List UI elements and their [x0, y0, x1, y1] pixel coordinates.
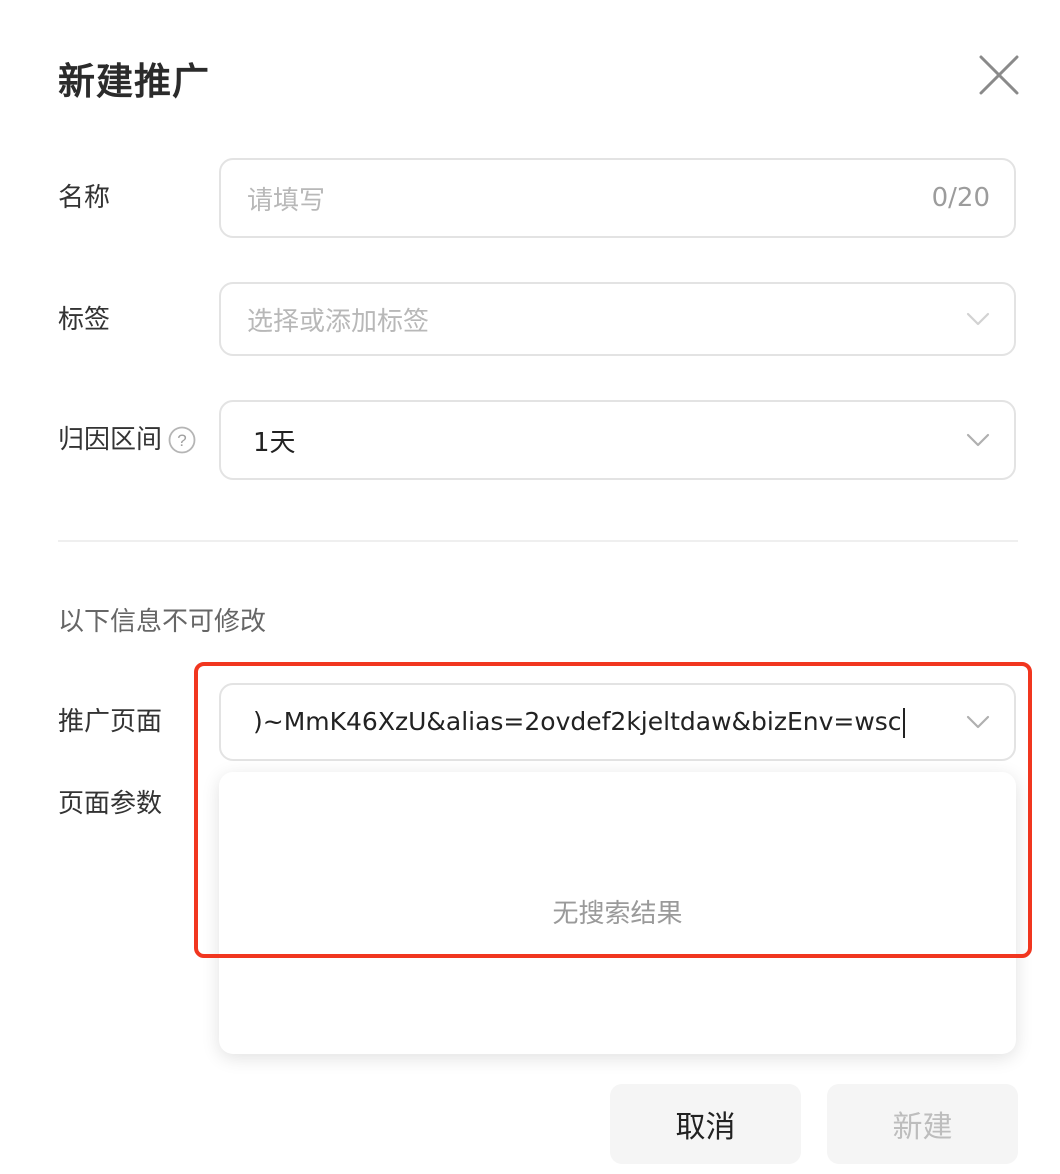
no-results-text: 无搜索结果: [552, 899, 683, 929]
promo-page-url-text: )~MmK46XzU&alias=2ovdef2kjeltdaw&bizEnv=…: [253, 706, 902, 736]
readonly-note: 以下信息不可修改: [58, 607, 267, 637]
name-placeholder: 请填写: [247, 185, 326, 216]
promo-page-dropdown: 无搜索结果: [219, 772, 1016, 1054]
page-params-label: 页面参数: [58, 789, 163, 819]
promo-page-label: 推广页面: [58, 707, 163, 737]
dialog-title: 新建推广: [58, 60, 210, 103]
close-button[interactable]: [978, 54, 1020, 96]
section-divider: [58, 540, 1018, 542]
attribution-value: 1天: [253, 427, 296, 458]
tags-label: 标签: [58, 305, 111, 335]
new-promotion-dialog: 新建推广 名称 请填写 0/20 标签 选择或添加标签 归因区间 ? 1天 以下…: [0, 0, 1060, 1174]
tags-placeholder: 选择或添加标签: [247, 306, 430, 337]
name-input[interactable]: 请填写 0/20: [219, 158, 1016, 238]
chevron-down-icon: [966, 433, 990, 447]
create-button[interactable]: 新建: [827, 1084, 1018, 1164]
tags-select[interactable]: 选择或添加标签: [219, 282, 1016, 356]
chevron-down-icon: [966, 715, 990, 729]
attribution-label-text: 归因区间: [58, 425, 163, 455]
close-icon: [979, 55, 1019, 95]
chevron-down-icon: [966, 312, 990, 326]
text-cursor: [902, 707, 905, 738]
question-circle-icon[interactable]: ?: [168, 426, 196, 454]
name-char-counter: 0/20: [931, 183, 990, 213]
attribution-label: 归因区间 ?: [58, 422, 196, 458]
attribution-select[interactable]: 1天: [219, 400, 1016, 480]
svg-text:?: ?: [177, 431, 186, 450]
cancel-button[interactable]: 取消: [610, 1084, 801, 1164]
name-label: 名称: [58, 183, 111, 213]
promo-page-select[interactable]: )~MmK46XzU&alias=2ovdef2kjeltdaw&bizEnv=…: [219, 683, 1016, 761]
promo-page-search-input[interactable]: )~MmK46XzU&alias=2ovdef2kjeltdaw&bizEnv=…: [221, 707, 966, 738]
